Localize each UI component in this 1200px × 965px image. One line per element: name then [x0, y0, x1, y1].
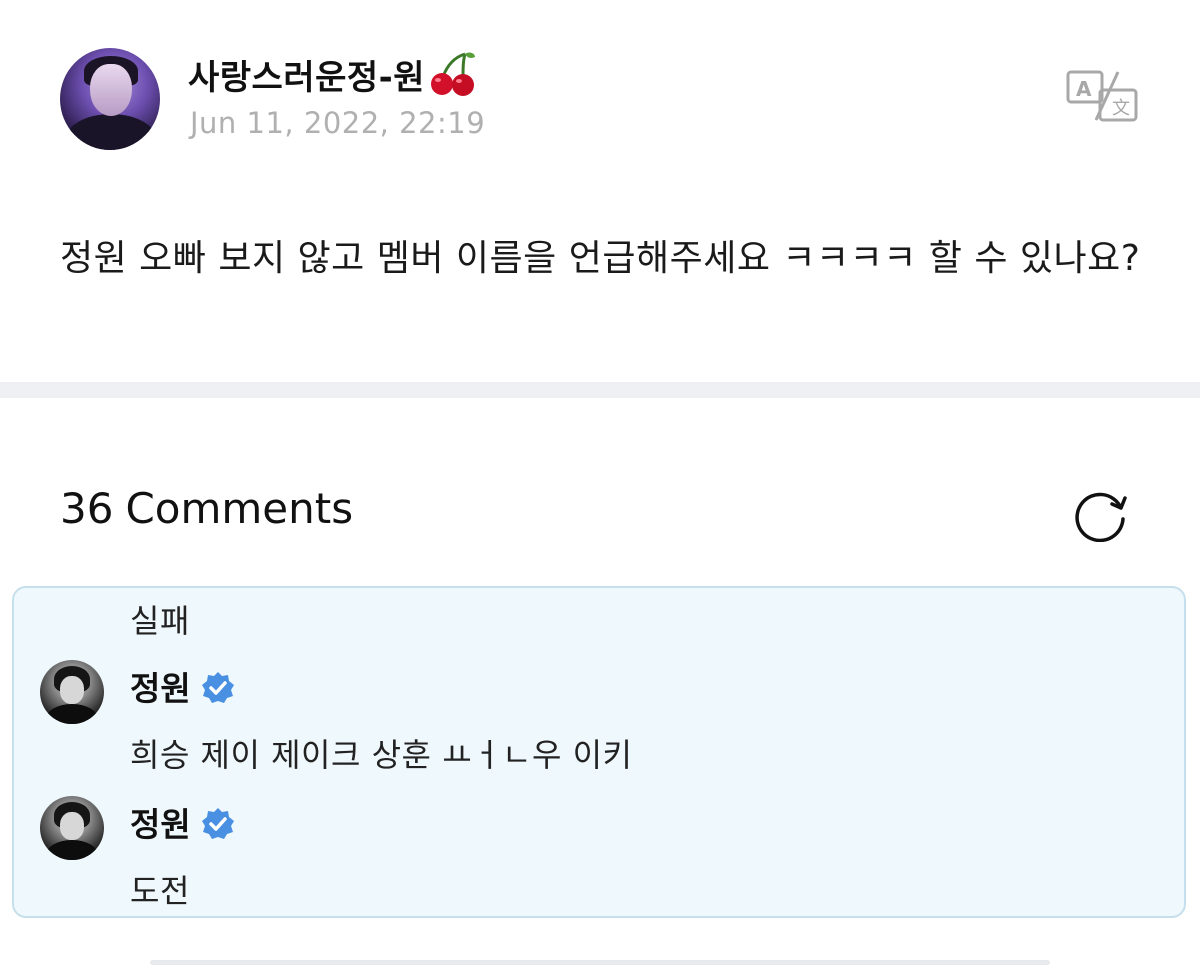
comment-author[interactable]: 정원 — [130, 798, 235, 846]
verified-icon — [201, 671, 235, 705]
cherry-icon — [429, 51, 477, 97]
author-avatar[interactable] — [60, 48, 160, 150]
comments-header: 36 Comments — [60, 484, 353, 533]
comments-count: 36 — [60, 484, 114, 533]
avatar — [48, 586, 92, 588]
author-name[interactable]: 사랑스러운정-원 — [188, 50, 477, 99]
post-body: 정원 오빠 보지 않고 멤버 이름을 언급해주세요 ㅋㅋㅋㅋ 할 수 있나요? — [60, 238, 1141, 279]
verified-icon — [201, 807, 235, 841]
bottom-handle — [150, 960, 1050, 965]
section-divider — [0, 382, 1200, 398]
refresh-icon[interactable] — [1072, 484, 1130, 543]
comment-text: 도전 — [130, 872, 190, 910]
comment-author[interactable]: 정원 — [130, 662, 235, 710]
comment-author-name: 정원 — [130, 805, 191, 844]
comment-thread: 실패 정원 희승 제이 제이크 상훈 ㅛㅓㄴ우 이키 정원 도전 — [12, 586, 1186, 918]
comments-label: Comments — [125, 484, 354, 533]
comment-text: 희승 제이 제이크 상훈 ㅛㅓㄴ우 이키 — [130, 736, 633, 774]
commenter-avatar[interactable] — [40, 796, 104, 860]
svg-text:A: A — [1076, 77, 1092, 101]
comment-author-name: 정원 — [130, 669, 191, 708]
author-name-text: 사랑스러운정-원 — [188, 58, 426, 98]
translate-icon[interactable]: A 文 — [1066, 70, 1138, 122]
post-header: 사랑스러운정-원 Jun 11, 2022, 22:19 A 文 — [60, 48, 1140, 152]
comment-text: 실패 — [130, 602, 190, 640]
post-date: Jun 11, 2022, 22:19 — [190, 106, 486, 140]
commenter-avatar[interactable] — [40, 660, 104, 724]
svg-text:文: 文 — [1112, 98, 1130, 119]
